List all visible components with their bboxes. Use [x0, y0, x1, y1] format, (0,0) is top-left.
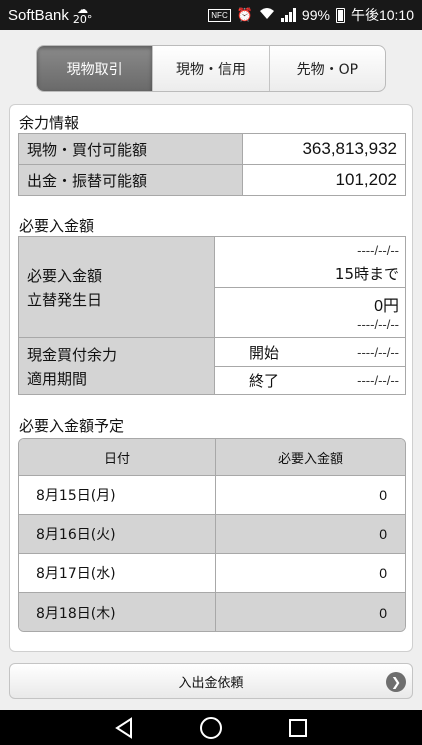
main-panel: 余力情報 現物・買付可能額 363,813,932 出金・振替可能額 101,2… — [9, 104, 413, 652]
schedule-table: 日付 必要入金額 8月15日(月) 0 8月16日(火) 0 8月17日(水) … — [18, 438, 406, 632]
schedule-amount: 0 — [379, 565, 387, 581]
back-icon[interactable] — [104, 713, 144, 743]
tab-genbutsu[interactable]: 現物取引 — [37, 46, 154, 91]
weather-temp: 20° — [72, 13, 93, 26]
schedule-date: 8月18日(木) — [19, 593, 216, 631]
table-row: 8月17日(水) 0 — [19, 554, 405, 593]
schedule-date: 8月16日(火) — [19, 515, 216, 553]
table-row: 8月15日(月) 0 — [19, 476, 405, 515]
signal-icon — [280, 8, 296, 22]
hitsuyo-amount: 0円 — [374, 298, 399, 315]
schedule-title: 必要入金額予定 — [19, 417, 125, 435]
deadline-text: 15時まで — [334, 265, 399, 283]
wifi-icon — [259, 7, 275, 23]
end-label: 終了 — [249, 372, 280, 390]
home-icon[interactable] — [191, 713, 231, 743]
end-value: ----/--/-- — [357, 373, 399, 388]
deposit-request-label: 入出金依頼 — [178, 675, 244, 691]
buying-power-label: 現物・買付可能額 — [18, 133, 243, 165]
battery-percent: 99% — [301, 7, 330, 23]
period-label-2: 適用期間 — [27, 370, 88, 388]
col-date-header: 日付 — [19, 439, 216, 475]
tatekae-label: 立替発生日 — [27, 291, 103, 309]
start-value: ----/--/-- — [357, 345, 399, 360]
schedule-amount: 0 — [216, 593, 405, 631]
deposit-request-button[interactable]: 入出金依頼 ❯ — [9, 663, 413, 699]
system-nav-bar — [0, 710, 422, 745]
hitsuyo-title: 必要入金額 — [19, 217, 95, 235]
battery-icon — [335, 7, 345, 23]
hitsuyo-label-cell: 必要入金額 立替発生日 — [18, 236, 215, 338]
schedule-amount: 0 — [216, 515, 405, 553]
table-row: 8月16日(火) 0 — [19, 515, 405, 554]
table-row: 現物・買付可能額 363,813,932 — [18, 133, 406, 165]
alarm-icon: ⏰ — [236, 7, 253, 22]
status-bar: SoftBank ☁ 20° NFC ⏰ 99% 午後10:10 — [0, 0, 422, 30]
yoryoku-title: 余力情報 — [19, 114, 80, 132]
table-row: 出金・振替可能額 101,202 — [18, 164, 406, 196]
schedule-date: 8月17日(水) — [19, 554, 216, 592]
period-label-cell: 現金買付余力 適用期間 — [18, 337, 215, 395]
recents-icon[interactable] — [278, 713, 318, 743]
tab-genbutsu-shinyo[interactable]: 現物・信用 — [153, 46, 270, 91]
buying-power-value: 363,813,932 — [242, 133, 406, 165]
col-amount-header: 必要入金額 — [277, 451, 343, 467]
nfc-icon: NFC — [208, 8, 231, 22]
chevron-right-icon: ❯ — [386, 672, 406, 692]
schedule-amount: 0 — [379, 487, 387, 503]
hitsuyo-label: 必要入金額 — [27, 267, 103, 285]
tab-sakimono-op[interactable]: 先物・OP — [270, 46, 385, 91]
hitsuyo-amount-cell: 0円 ----/--/-- — [214, 287, 406, 338]
period-label-1: 現金買付余力 — [27, 346, 118, 364]
hitsuyo-date-cell: ----/--/-- 15時まで — [214, 236, 406, 288]
yoryoku-table: 現物・買付可能額 363,813,932 出金・振替可能額 101,202 — [18, 133, 406, 196]
period-start-cell: 開始 ----/--/-- — [214, 337, 406, 367]
carrier-name: SoftBank — [8, 6, 69, 24]
clock: 午後10:10 — [350, 7, 414, 23]
table-row: 8月18日(木) 0 — [19, 593, 405, 631]
period-end-cell: 終了 ----/--/-- — [214, 366, 406, 395]
hitsuyo-date2: ----/--/-- — [357, 317, 399, 332]
withdrawable-value: 101,202 — [242, 164, 406, 196]
hitsuyo-date1: ----/--/-- — [357, 243, 399, 258]
trade-type-tabs: 現物取引 現物・信用 先物・OP — [36, 45, 386, 92]
schedule-header: 日付 必要入金額 — [19, 439, 405, 476]
start-label: 開始 — [249, 344, 280, 362]
withdrawable-label: 出金・振替可能額 — [18, 164, 243, 196]
weather-icon: ☁ 20° — [72, 3, 93, 26]
schedule-date: 8月15日(月) — [19, 476, 216, 514]
